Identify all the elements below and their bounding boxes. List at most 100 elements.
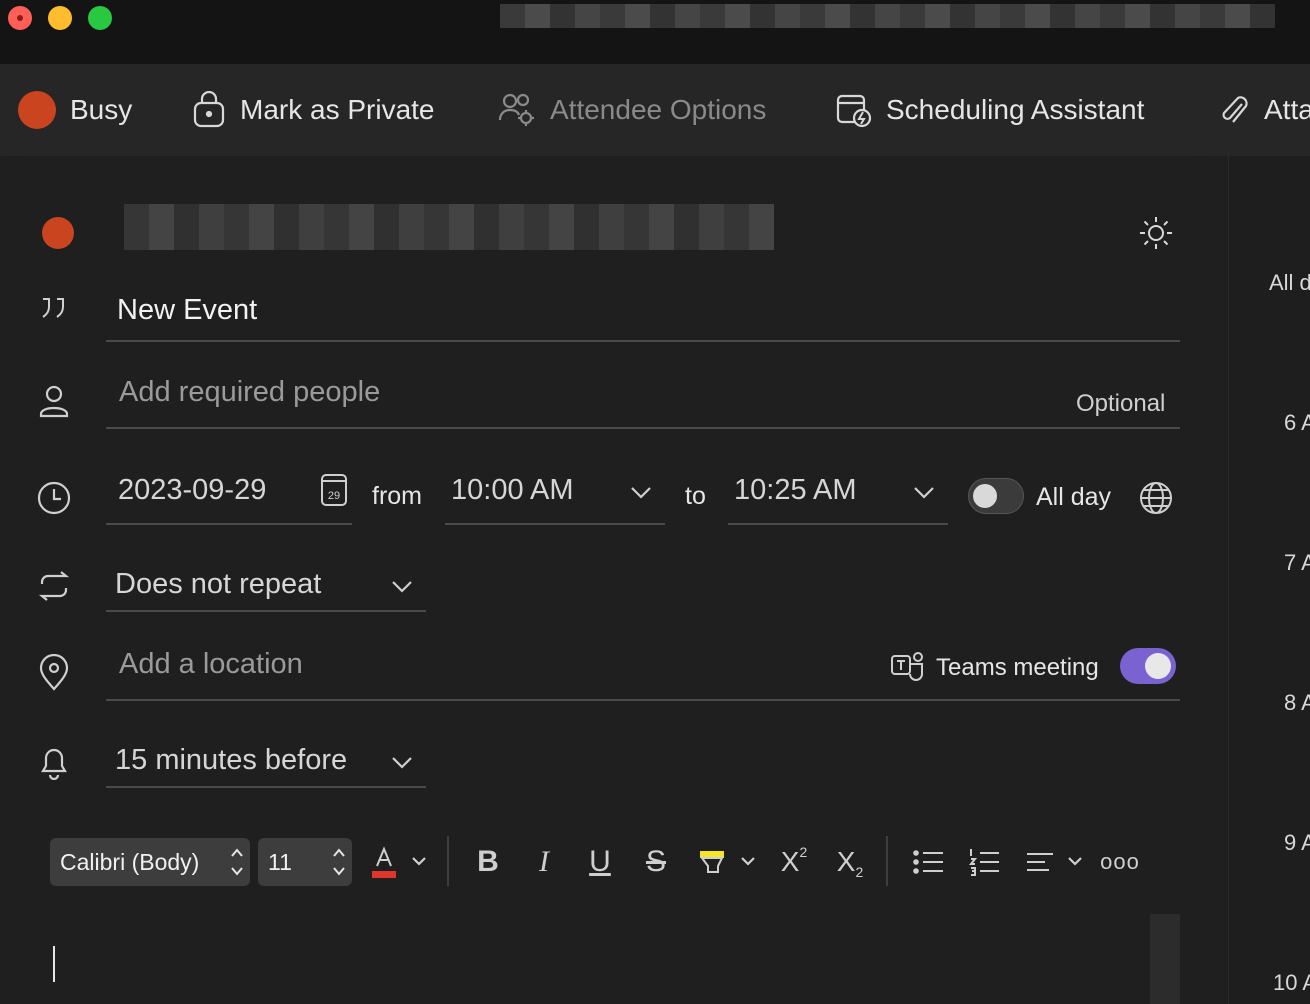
people-settings-icon <box>498 93 534 126</box>
text-cursor <box>53 946 55 982</box>
align-left-icon <box>1027 853 1053 871</box>
event-title-field[interactable]: New Event <box>106 288 1180 342</box>
chevron-down-icon <box>392 581 412 593</box>
mark-private-label: Mark as Private <box>240 94 435 125</box>
all-day-row-label: All d <box>1269 270 1310 295</box>
from-label: from <box>372 482 422 510</box>
minimize-window-button[interactable] <box>48 6 72 30</box>
scheduling-assistant-button[interactable]: Scheduling Assistant <box>836 88 1144 132</box>
calendar-day-badge: 29 <box>328 490 340 502</box>
numbered-list-icon <box>968 849 999 876</box>
repeat-icon <box>38 571 70 601</box>
title-bar <box>0 0 1310 64</box>
font-size-select[interactable]: 11 <box>258 838 352 886</box>
attendee-options-button[interactable]: Attendee Options <box>498 88 766 132</box>
start-time-value: 10:00 AM <box>451 474 574 506</box>
toolbar-separator <box>886 836 888 886</box>
mark-private-button[interactable]: Mark as Private <box>192 88 435 132</box>
superscript-button[interactable]: X2 <box>774 842 814 882</box>
hour-label-10: 10 A <box>1273 970 1310 995</box>
highlight-button[interactable] <box>694 842 730 882</box>
location-placeholder: Add a location <box>119 648 303 680</box>
all-day-label: All day <box>1036 483 1112 511</box>
font-size-value: 11 <box>268 848 292 875</box>
align-button[interactable] <box>1022 842 1058 882</box>
quote-icon <box>42 298 64 318</box>
highlighter-icon <box>700 851 724 873</box>
busy-status-button[interactable]: Busy <box>18 88 132 132</box>
all-day-toggle[interactable] <box>968 478 1024 514</box>
chevron-down-icon[interactable] <box>739 855 757 869</box>
scheduling-assistant-label: Scheduling Assistant <box>886 94 1145 125</box>
teams-meeting-toggle[interactable] <box>1120 648 1176 684</box>
hour-label-6: 6 A <box>1284 410 1310 435</box>
chevron-down-icon[interactable] <box>1066 855 1084 869</box>
chevron-down-icon[interactable] <box>410 855 428 869</box>
busy-status-label: Busy <box>70 94 133 125</box>
required-people-field[interactable]: Add required people Optional <box>106 372 1180 429</box>
to-label: to <box>685 482 706 510</box>
start-time-dropdown[interactable]: 10:00 AM <box>445 468 665 525</box>
body-scrollbar[interactable] <box>1150 914 1180 1004</box>
bullet-list-icon <box>913 850 943 874</box>
bullet-list-button[interactable] <box>910 842 946 882</box>
more-options-button[interactable]: ooo <box>1100 842 1140 882</box>
calendar-icon[interactable]: 29 <box>320 472 348 508</box>
calendar-day-sidebar: All d 6 A 7 A 8 A 9 A 10 A <box>1228 156 1310 1004</box>
hour-label-9: 9 A <box>1284 830 1310 855</box>
date-value: 2023-09-29 <box>118 474 267 506</box>
optional-attendees-link[interactable]: Optional <box>1076 390 1165 418</box>
required-people-placeholder: Add required people <box>119 376 381 408</box>
end-time-dropdown[interactable]: 10:25 AM <box>728 468 948 525</box>
chevron-down-icon <box>392 757 412 769</box>
teams-meeting-label: Teams meeting <box>936 654 1099 681</box>
font-family-select[interactable]: Calibri (Body) <box>50 838 250 886</box>
up-down-arrows-icon <box>333 848 345 876</box>
date-picker-field[interactable]: 2023-09-29 29 <box>106 468 352 525</box>
busy-status-icon <box>18 91 56 129</box>
italic-button[interactable]: I <box>528 842 560 882</box>
superscript-label: X <box>780 846 800 877</box>
location-pin-icon <box>39 654 69 691</box>
strikethrough-label: S <box>645 845 666 878</box>
font-color-icon <box>372 846 396 878</box>
zoom-window-button[interactable] <box>88 6 112 30</box>
up-down-arrows-icon <box>231 848 243 876</box>
subscript-label: X <box>836 846 856 877</box>
repeat-value: Does not repeat <box>115 568 322 600</box>
event-title-text: New Event <box>117 294 258 326</box>
bell-icon <box>41 748 67 780</box>
repeat-dropdown[interactable]: Does not repeat <box>106 562 426 612</box>
clock-icon <box>37 481 71 515</box>
font-color-button[interactable] <box>368 842 400 882</box>
close-window-button[interactable] <box>8 6 32 30</box>
person-icon <box>39 385 69 418</box>
theme-sun-icon[interactable] <box>1138 215 1174 251</box>
attach-label: Atta <box>1264 94 1310 125</box>
subscript-mark: 2 <box>855 864 864 880</box>
attach-button[interactable]: Atta <box>1220 88 1310 132</box>
bold-button[interactable]: B <box>472 842 504 882</box>
numbered-list-button[interactable] <box>966 842 1002 882</box>
strikethrough-button[interactable]: S <box>640 842 672 882</box>
more-options-label: ooo <box>1100 849 1140 874</box>
paperclip-icon <box>1222 96 1248 123</box>
italic-label: I <box>539 845 549 878</box>
superscript-mark: 2 <box>799 844 808 860</box>
bold-label: B <box>477 845 499 878</box>
underline-label: U <box>589 845 611 878</box>
reminder-dropdown[interactable]: 15 minutes before <box>106 738 426 788</box>
underline-button[interactable]: U <box>584 842 616 882</box>
subscript-button[interactable]: X2 <box>830 842 870 882</box>
chevron-down-icon <box>914 487 934 499</box>
account-selector-redacted[interactable] <box>124 204 774 250</box>
hour-label-8: 8 A <box>1284 690 1310 715</box>
calendar-color-dot[interactable] <box>42 217 74 249</box>
chevron-down-icon <box>631 487 651 499</box>
hour-label-7: 7 A <box>1284 550 1310 575</box>
teams-icon <box>891 652 923 681</box>
event-toolbar: Busy Mark as Private Attendee Options Sc… <box>0 64 1310 156</box>
globe-icon[interactable] <box>1138 480 1174 516</box>
calendar-lightning-icon <box>836 94 872 128</box>
toolbar-separator <box>447 836 449 886</box>
